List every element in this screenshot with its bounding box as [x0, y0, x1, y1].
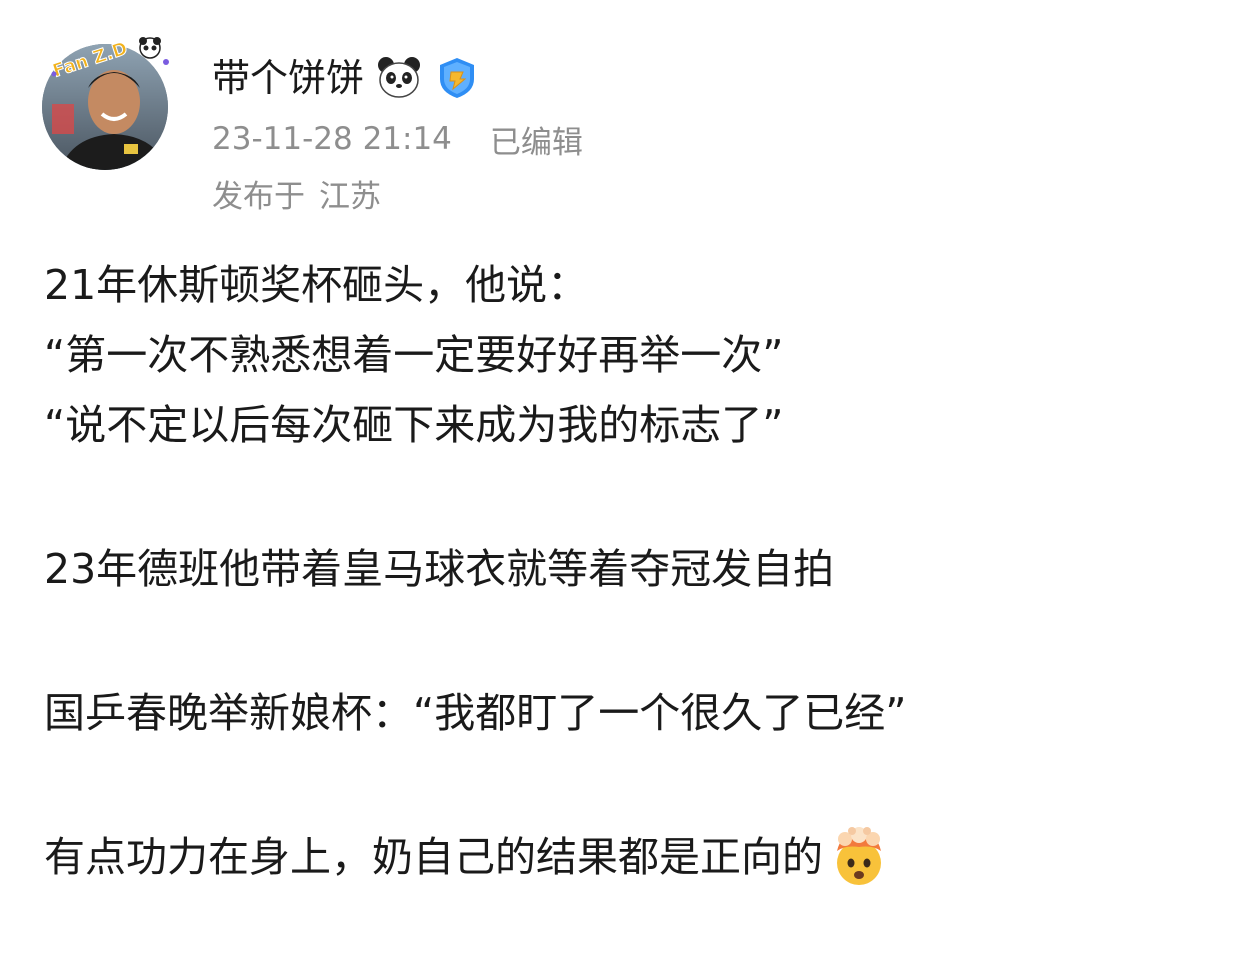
- post-body: 21年休斯顿奖杯砸头，他说： “第一次不熟悉想着一定要好好再举一次” “说不定以…: [44, 250, 1214, 892]
- username[interactable]: 带个饼饼: [212, 52, 364, 104]
- exploding-head-emoji-icon: [827, 825, 891, 889]
- avatar[interactable]: Fan Z.D: [42, 37, 170, 170]
- post-text-line-content: 有点功力在身上，奶自己的结果都是正向的: [44, 833, 823, 881]
- post-meta: 23-11-28 21:14 已编辑: [212, 117, 583, 162]
- panda-face-icon: [376, 55, 422, 101]
- post-location: 发布于 江苏: [212, 172, 381, 215]
- post-timestamp: 23-11-28 21:14: [212, 121, 452, 157]
- post-text-line: 21年休斯顿奖杯砸头，他说：: [44, 261, 589, 309]
- edited-label[interactable]: 已编辑: [490, 117, 583, 162]
- post-text-line: 23年德班他带着皇马球衣就等着夺冠发自拍: [44, 545, 835, 593]
- avatar-sticker: Fan Z.D: [46, 34, 176, 84]
- location-name: 江苏: [319, 178, 381, 215]
- username-row: 带个饼饼: [212, 52, 480, 104]
- avatar-sticker-text: Fan Z.D: [50, 38, 130, 82]
- location-prefix: 发布于: [212, 178, 305, 215]
- post-text-line: “说不定以后每次砸下来成为我的标志了”: [44, 401, 784, 449]
- post-text-line-last: 有点功力在身上，奶自己的结果都是正向的: [44, 822, 1214, 892]
- gold-verified-badge-icon[interactable]: [434, 55, 480, 101]
- post-text-line: “第一次不熟悉想着一定要好好再举一次”: [44, 331, 784, 379]
- post-header: Fan Z.D 带个饼饼 23-11-28 21:14 已编辑 发布于 江苏: [40, 37, 1210, 218]
- post-text-line: 国乒春晚举新娘杯：“我都盯了一个很久了已经”: [44, 689, 907, 737]
